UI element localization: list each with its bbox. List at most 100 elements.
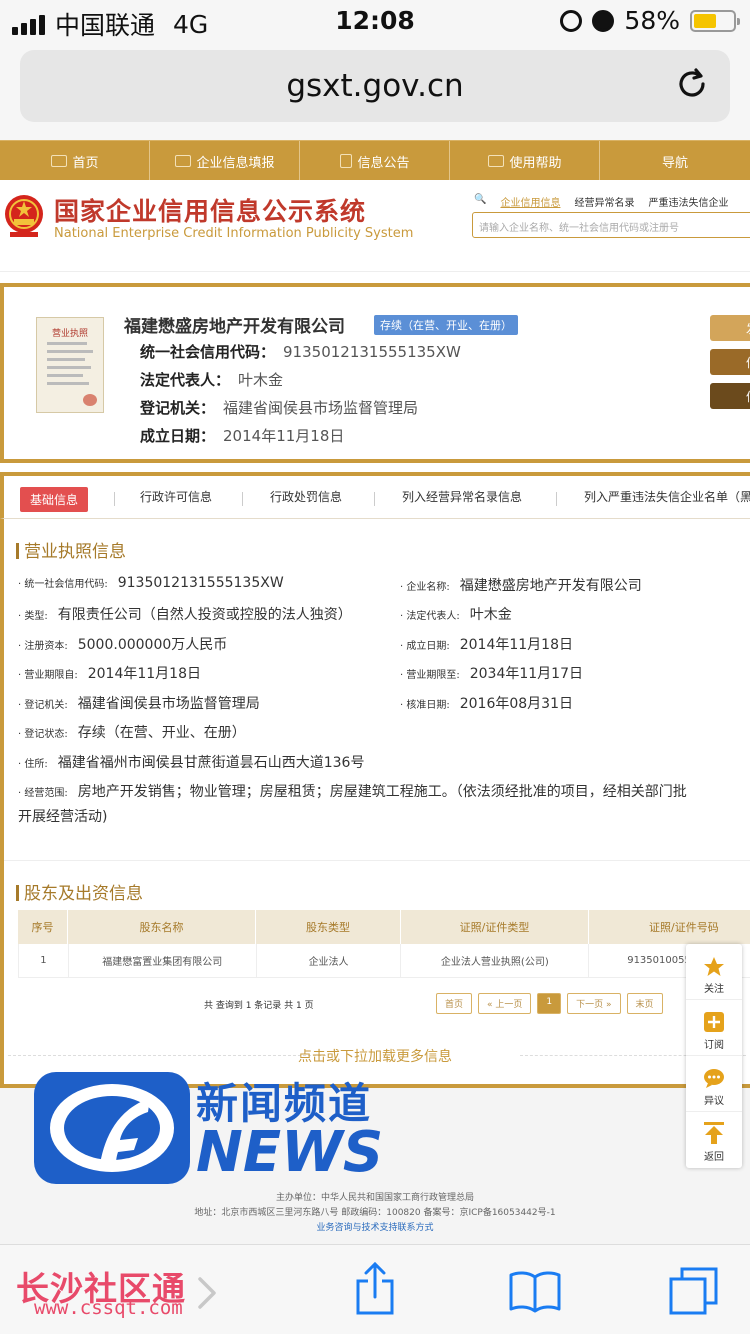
nav-item-home[interactable]: 首页	[0, 141, 151, 181]
status-bar: 中国联通 4G 12:08 58%	[0, 0, 750, 42]
battery-percent: 58%	[624, 6, 680, 35]
cell: 企业法人营业执照(公司)	[401, 944, 590, 977]
business-license-image[interactable]: 营业执照	[36, 317, 104, 413]
field-capital: 注册资本:5000.000000万人民币	[18, 634, 227, 654]
search-link-blacklist[interactable]: 严重违法失信企业	[648, 194, 728, 209]
license-section-title: 营业执照信息	[16, 537, 126, 562]
result-count: 共 查询到 1 条记录 共 1 页	[204, 1001, 314, 1011]
back-to-top-button[interactable]: 返回	[686, 1112, 742, 1168]
col-header: 股东类型	[256, 910, 401, 944]
footer-contact-link[interactable]: 业务咨询与技术支持联系方式	[0, 1220, 750, 1233]
field-status: 登记状态:存续（在营、开业、在册）	[18, 722, 246, 742]
subscribe-button[interactable]: 订阅	[686, 1000, 742, 1056]
summary-authority: 登记机关： 福建省闽侯县市场监督管理局	[140, 399, 419, 417]
search-input[interactable]: 请输入企业名称、统一社会信用代码或注册号	[472, 212, 750, 238]
status-badge: 存续（在营、开业、在册）	[374, 315, 518, 335]
watermark-en: NEWS	[196, 1120, 384, 1185]
field-type: 类型:有限责任公司（自然人投资或控股的法人独资）	[18, 604, 352, 624]
plus-box-icon	[704, 1012, 724, 1032]
field-authority: 登记机关:福建省闽侯县市场监督管理局	[18, 693, 260, 713]
field-term-from: 营业期限自:2014年11月18日	[18, 663, 201, 683]
nav-item-help[interactable]: 使用帮助	[450, 141, 601, 181]
monitor-icon	[50, 155, 67, 167]
tabs-icon[interactable]	[668, 1265, 720, 1317]
pager-current[interactable]: 1	[537, 993, 562, 1014]
field-founded: 成立日期:2014年11月18日	[400, 634, 573, 654]
col-header: 股东名称	[68, 910, 256, 944]
nav-label: 导航	[662, 155, 689, 171]
tab-abnormal-list[interactable]: 列入经营异常名录信息	[402, 488, 522, 505]
nav-label: 企业信息填报	[196, 155, 275, 171]
back-label: 返回	[704, 1152, 724, 1163]
browser-chrome: gsxt.gov.cn	[0, 42, 750, 140]
shareholder-section-title: 股东及出资信息	[16, 879, 143, 904]
side-button-2[interactable]: 信	[710, 349, 750, 375]
subscribe-label: 订阅	[704, 1040, 724, 1051]
floating-action-panel: 关注 订阅 异议 返回	[686, 944, 742, 1168]
rotation-lock-icon	[560, 9, 583, 32]
pager-last[interactable]: 末页	[626, 993, 663, 1014]
footer-address: 地址：北京市西城区三里河东路八号 邮政编码：100820 备案号：京ICP备16…	[194, 1208, 556, 1218]
summary-founded: 成立日期： 2014年11月18日	[140, 427, 345, 445]
summary-legal-rep: 法定代表人： 叶木金	[140, 371, 284, 389]
site-watermark-url: www.cssqt.com	[34, 1297, 183, 1319]
search-icon: 🔍	[474, 194, 487, 205]
star-icon	[704, 957, 724, 976]
document-icon	[339, 154, 352, 168]
license-image-title: 营业执照	[51, 329, 88, 339]
status-right: 58%	[560, 6, 740, 35]
cell: 福建懋富置业集团有限公司	[69, 944, 257, 977]
share-icon[interactable]	[354, 1261, 396, 1317]
reload-icon[interactable]	[672, 64, 712, 104]
alarm-icon	[592, 9, 615, 32]
bookmarks-icon[interactable]	[508, 1269, 562, 1313]
battery-level	[694, 13, 717, 28]
pager-next[interactable]: 下一页 »	[567, 993, 621, 1014]
follow-label: 关注	[704, 984, 724, 995]
tab-admin-penalty[interactable]: 行政处罚信息	[270, 488, 342, 505]
side-button-1[interactable]: 发	[710, 315, 750, 341]
cell: 企业法人	[257, 944, 402, 977]
objection-label: 异议	[704, 1096, 724, 1107]
nav-item-report[interactable]: 企业信息填报	[150, 141, 301, 181]
tab-admin-permit[interactable]: 行政许可信息	[140, 488, 212, 505]
url-text: gsxt.gov.cn	[286, 68, 464, 104]
address-bar[interactable]: gsxt.gov.cn	[20, 50, 730, 122]
company-summary-card: 营业执照 福建懋盛房地产开发有限公司 存续（在营、开业、在册） 统一社会信用代码…	[0, 283, 750, 463]
forward-icon[interactable]	[196, 1275, 218, 1311]
field-company-name: 企业名称:福建懋盛房地产开发有限公司	[400, 575, 642, 595]
search-link-credit[interactable]: 企业信用信息	[500, 194, 560, 209]
nav-label: 首页	[72, 155, 99, 171]
search-link-abnormal[interactable]: 经营异常名录	[574, 194, 634, 209]
table-row: 1 福建懋富置业集团有限公司 企业法人 企业法人营业执照(公司) 9135010…	[18, 944, 750, 978]
tab-basic-info[interactable]: 基础信息	[20, 487, 89, 512]
news-channel-watermark: 新闻频道 NEWS	[30, 1068, 400, 1188]
site-title-en: National Enterprise Credit Information P…	[54, 226, 414, 241]
pager-prev[interactable]: « 上一页	[478, 993, 532, 1014]
field-approval-date: 核准日期:2016年08月31日	[400, 693, 573, 713]
side-button-3[interactable]: 信	[710, 383, 750, 409]
objection-button[interactable]: 异议	[686, 1056, 742, 1112]
nav-item-guide[interactable]: 导航	[600, 141, 750, 181]
col-header: 证照/证件类型	[401, 910, 589, 944]
site-header: 国家企业信用信息公示系统 National Enterprise Credit …	[0, 180, 750, 272]
tab-blacklist[interactable]: 列入严重违法失信企业名单（黑	[584, 488, 750, 505]
nav-item-notice[interactable]: 信息公告	[300, 141, 451, 181]
field-address: 住所:福建省福州市闽侯县甘蔗街道昙石山西大道136号	[18, 752, 364, 772]
pager-first[interactable]: 首页	[436, 993, 473, 1014]
site-nav: 首页 企业信息填报 信息公告 使用帮助 导航	[0, 140, 750, 181]
col-header: 证照/证件号码	[589, 910, 750, 944]
field-legal-rep: 法定代表人:叶木金	[400, 604, 512, 624]
chat-bubble-icon	[704, 1069, 724, 1088]
table-header: 序号 股东名称 股东类型 证照/证件类型 证照/证件号码	[18, 910, 750, 944]
summary-credit-code: 统一社会信用代码： 9135012131555135XW	[140, 343, 461, 361]
cell: 1	[19, 944, 69, 977]
pen-icon	[174, 155, 191, 167]
news-logo-icon	[34, 1072, 190, 1184]
field-business-scope: 经营范围:房地产开发销售；物业管理；房屋租赁；房屋建筑工程施工。（依法须经批准的…	[18, 781, 687, 801]
load-more-link[interactable]: 点击或下拉加载更多信息	[0, 1046, 750, 1066]
seal-icon	[83, 394, 97, 406]
company-name: 福建懋盛房地产开发有限公司	[124, 317, 345, 337]
search-category-links: 🔍 企业信用信息 经营异常名录 严重违法失信企业	[474, 194, 728, 209]
follow-button[interactable]: 关注	[686, 944, 742, 1000]
